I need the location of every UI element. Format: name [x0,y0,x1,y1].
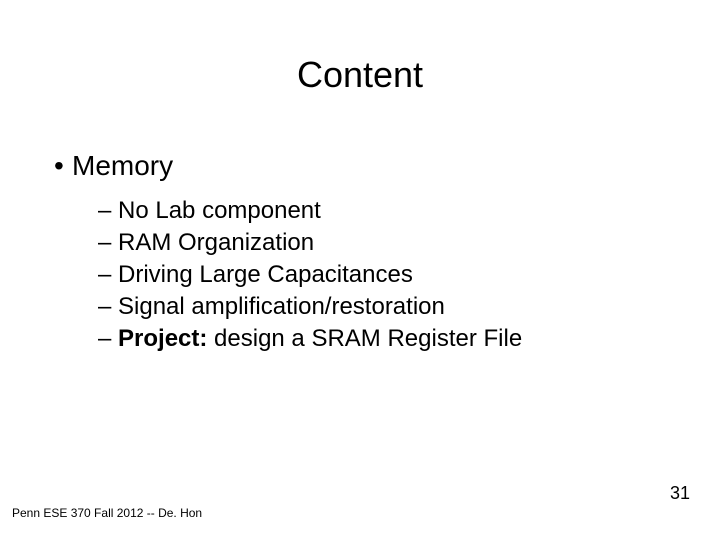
bullet-text: Memory [72,150,173,181]
page-number: 31 [670,483,690,504]
sub-item: – RAM Organization [98,228,666,258]
project-label: Project: [118,325,207,352]
bullet-level1: •Memory [54,150,666,182]
sub-item-project: – Project: design a SRAM Register File [98,324,666,354]
footer-text: Penn ESE 370 Fall 2012 -- De. Hon [12,506,202,520]
sub-bullets: – No Lab component – RAM Organization – … [54,196,666,354]
sub-item: – Driving Large Capacitances [98,260,666,290]
sub-item-text: No Lab component [118,197,321,224]
sub-item-text: Signal amplification/restoration [118,293,445,320]
sub-item-text: RAM Organization [118,229,314,256]
sub-item: – No Lab component [98,196,666,226]
sub-item-text: Driving Large Capacitances [118,261,413,288]
slide-body: •Memory – No Lab component – RAM Organiz… [54,150,666,356]
slide: Content •Memory – No Lab component – RAM… [0,0,720,540]
bullet-dot: • [54,150,72,182]
project-text: design a SRAM Register File [207,325,522,352]
slide-title: Content [0,54,720,96]
sub-item: – Signal amplification/restoration [98,292,666,322]
